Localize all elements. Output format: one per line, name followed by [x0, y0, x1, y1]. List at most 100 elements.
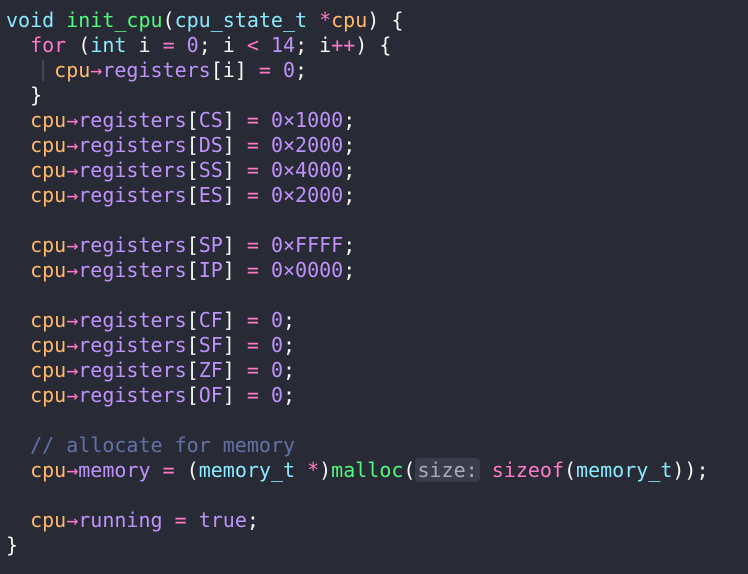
code-token: =	[258, 58, 271, 82]
code-token: 0	[270, 383, 284, 407]
code-token: memory_t	[576, 458, 673, 482]
code-token: true	[198, 508, 247, 532]
code-token: cpu	[30, 383, 67, 407]
parameter-hint: size:	[415, 458, 480, 482]
code-line[interactable]: for (int i = 0; i < 14; i++) {	[6, 33, 708, 58]
code-token: →	[66, 258, 79, 282]
code-line[interactable]: cpu→registers[SS] = 0×4000;	[6, 158, 708, 183]
code-line[interactable]: cpu→registers[IP] = 0×0000;	[6, 258, 708, 283]
code-line[interactable]: cpu→registers[CS] = 0×1000;	[6, 108, 708, 133]
code-token: IP	[198, 258, 223, 282]
code-token: 0×2000	[270, 183, 344, 207]
code-line[interactable]: cpu→registers[CF] = 0;	[6, 308, 708, 333]
code-token: ) {	[367, 8, 404, 32]
code-token: ; i	[295, 33, 332, 57]
indent-guide	[42, 60, 44, 81]
code-token: ) {	[355, 33, 392, 57]
code-token: }	[30, 83, 43, 107]
code-token: 0	[270, 333, 284, 357]
code-token: [	[186, 333, 199, 357]
code-token: →	[90, 58, 103, 82]
code-token: =	[162, 33, 175, 57]
code-token: }	[6, 533, 19, 557]
code-token: for	[30, 33, 67, 57]
code-token: cpu	[30, 333, 67, 357]
code-token: 0×4000	[270, 158, 344, 182]
code-token: [	[186, 183, 199, 207]
code-token: =	[246, 333, 259, 357]
code-line[interactable]: cpu→memory = (memory_t *)malloc(size: si…	[6, 458, 708, 483]
code-token: (	[66, 33, 91, 57]
code-line[interactable]: cpu→registers[ES] = 0×2000;	[6, 183, 708, 208]
code-token: cpu_state_t	[174, 8, 308, 32]
code-line[interactable]: cpu→registers[SF] = 0;	[6, 333, 708, 358]
code-token: init_cpu	[66, 8, 163, 32]
code-token: ++	[331, 33, 356, 57]
code-token: →	[66, 183, 79, 207]
code-token: ;	[283, 358, 296, 382]
code-token: cpu	[30, 158, 67, 182]
code-token: ;	[283, 383, 296, 407]
code-line[interactable]: cpu→running = true;	[6, 508, 708, 533]
code-line[interactable]: cpu→registers[i] = 0;	[6, 58, 708, 83]
code-token: memory	[78, 458, 151, 482]
code-token: ]	[222, 158, 247, 182]
code-token: 0×1000	[270, 108, 344, 132]
code-token: registers	[78, 258, 187, 282]
code-token: =	[246, 308, 259, 332]
code-line[interactable]	[6, 483, 708, 508]
code-token: <	[246, 33, 259, 57]
code-token: ES	[198, 183, 223, 207]
code-token: ]	[222, 183, 247, 207]
code-token: 14	[270, 33, 296, 57]
code-line[interactable]: cpu→registers[SP] = 0×FFFF;	[6, 233, 708, 258]
code-line[interactable]	[6, 208, 708, 233]
code-token: ;	[343, 108, 356, 132]
code-token: (	[403, 458, 416, 482]
code-token: registers	[78, 133, 187, 157]
code-line[interactable]: cpu→registers[ZF] = 0;	[6, 358, 708, 383]
code-line[interactable]: cpu→registers[DS] = 0×2000;	[6, 133, 708, 158]
code-token: running	[78, 508, 163, 532]
code-token: SF	[198, 333, 223, 357]
code-line[interactable]	[6, 408, 708, 433]
code-token: void	[6, 8, 55, 32]
code-line[interactable]: // allocate for memory	[6, 433, 708, 458]
code-token: →	[66, 308, 79, 332]
code-token: →	[66, 458, 79, 482]
code-token: // allocate for memory	[30, 433, 295, 457]
code-token: [	[186, 258, 199, 282]
code-line[interactable]: }	[6, 83, 708, 108]
code-token: =	[246, 358, 259, 382]
code-token: =	[246, 258, 259, 282]
code-token: cpu	[30, 358, 67, 382]
code-token: ]	[222, 333, 247, 357]
code-token: CS	[198, 108, 223, 132]
code-token: (	[162, 8, 175, 32]
code-line[interactable]: void init_cpu(cpu_state_t *cpu) {	[6, 8, 708, 33]
code-token: [	[186, 358, 199, 382]
code-line[interactable]	[6, 283, 708, 308]
code-line[interactable]: cpu→registers[OF] = 0;	[6, 383, 708, 408]
code-token: cpu	[30, 108, 67, 132]
code-token: ;	[343, 258, 356, 282]
code-token: →	[66, 108, 79, 132]
code-token: [	[186, 233, 199, 257]
code-token: SP	[198, 233, 223, 257]
code-token: →	[66, 383, 79, 407]
code-token: (	[563, 458, 577, 482]
code-editor[interactable]: void init_cpu(cpu_state_t *cpu) { for (i…	[6, 8, 708, 558]
code-line[interactable]: }	[6, 533, 708, 558]
code-token: [i]	[210, 58, 259, 82]
